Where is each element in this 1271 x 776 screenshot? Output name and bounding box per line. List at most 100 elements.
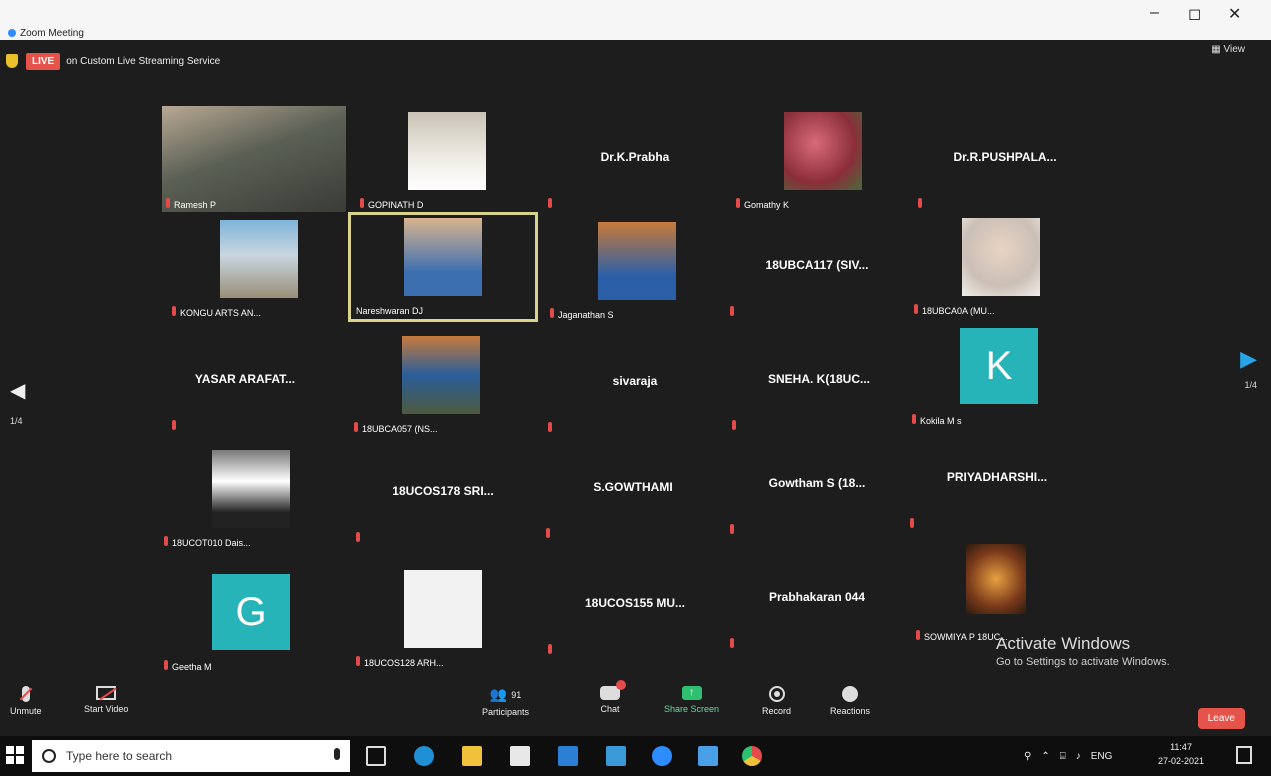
- avatar: K: [960, 328, 1038, 404]
- muted-mic-icon: [172, 306, 176, 316]
- windows-start-icon[interactable]: [6, 746, 24, 764]
- participant-tile[interactable]: Gomathy K: [728, 106, 918, 216]
- edge-icon[interactable]: [414, 746, 434, 766]
- minimize-button[interactable]: –: [1150, 4, 1159, 22]
- participants-button[interactable]: 👥 91 Participants: [482, 686, 529, 717]
- chrome-icon[interactable]: [742, 746, 762, 766]
- participant-photo: [598, 222, 676, 300]
- zoom-app-icon[interactable]: [652, 746, 672, 766]
- notifications-icon[interactable]: [1236, 746, 1252, 764]
- participant-photo: [212, 450, 290, 528]
- record-button[interactable]: Record: [762, 686, 791, 716]
- participant-tile[interactable]: 18UCOS178 SRI...: [348, 440, 538, 550]
- voice-search-icon[interactable]: [334, 748, 340, 760]
- start-video-label: Start Video: [84, 704, 129, 714]
- participant-tile[interactable]: KONGU ARTS AN...: [164, 214, 354, 324]
- participants-icon-group: 👥 91: [490, 686, 521, 703]
- participant-tile[interactable]: GOPINATH D: [352, 106, 542, 216]
- participant-tile[interactable]: Jaganathan S: [542, 216, 732, 326]
- participant-tile[interactable]: Dr.R.PUSHPALA...: [910, 106, 1100, 216]
- participant-name: Kokila M s: [920, 416, 962, 426]
- participant-name: GOPINATH D: [368, 200, 424, 210]
- language-indicator[interactable]: ENG: [1091, 751, 1113, 762]
- muted-mic-icon: [732, 420, 736, 430]
- reactions-button[interactable]: Reactions: [830, 686, 870, 716]
- participant-name: 18UCOS178 SRI...: [392, 484, 494, 498]
- search-icon: [42, 749, 56, 763]
- live-badge[interactable]: LIVE: [26, 52, 61, 70]
- close-button[interactable]: ✕: [1228, 4, 1241, 24]
- photos-icon[interactable]: [698, 746, 718, 766]
- participant-photo: [962, 218, 1040, 296]
- app-icon[interactable]: [606, 746, 626, 766]
- view-button[interactable]: ▦ View: [1211, 44, 1245, 55]
- network-icon[interactable]: ⌸: [1060, 751, 1066, 762]
- participant-photo: [220, 220, 298, 298]
- prev-page-button[interactable]: ◀: [10, 378, 25, 403]
- clock-date: 27-02-2021: [1158, 756, 1205, 766]
- taskbar-search[interactable]: Type here to search: [32, 740, 350, 772]
- store-icon[interactable]: [510, 746, 530, 766]
- participant-name: SNEHA. K(18UC...: [767, 372, 871, 386]
- participant-name: YASAR ARAFAT...: [194, 372, 296, 386]
- participant-tile[interactable]: YASAR ARAFAT...: [150, 328, 340, 438]
- participant-tile[interactable]: S.GOWTHAMI: [538, 436, 728, 546]
- participant-tile-active[interactable]: Nareshwaran DJ: [348, 212, 538, 322]
- participant-tile[interactable]: 18UBCA057 (NS...: [346, 330, 536, 440]
- unmute-button[interactable]: Unmute: [10, 686, 42, 716]
- participant-tile[interactable]: G Geetha M: [156, 568, 346, 678]
- participant-tile[interactable]: Ramesh P: [158, 106, 348, 216]
- clock[interactable]: 11:47 27-02-2021: [1158, 740, 1204, 768]
- participant-tile[interactable]: Prabhakaran 044: [722, 546, 912, 656]
- person-icon[interactable]: ⚲: [1024, 751, 1031, 762]
- task-view-icon[interactable]: [366, 746, 386, 766]
- muted-mic-icon: [914, 304, 918, 314]
- leave-button[interactable]: Leave: [1197, 708, 1245, 729]
- next-page-button[interactable]: ▶: [1240, 346, 1257, 372]
- participant-name: Geetha M: [172, 662, 212, 672]
- participant-tile[interactable]: SOWMIYA P 18UC...: [908, 538, 1098, 648]
- participant-tile[interactable]: PRIYADHARSHI...: [902, 426, 1092, 536]
- record-icon: [768, 686, 785, 702]
- share-screen-icon: ↑: [681, 686, 702, 700]
- meeting-area: LIVE on Custom Live Streaming Service ▦ …: [0, 40, 1271, 736]
- start-video-button[interactable]: Start Video: [84, 686, 128, 714]
- muted-mic-icon: [548, 422, 552, 432]
- maximize-button[interactable]: ◻: [1188, 4, 1201, 24]
- participants-icon: 👥: [489, 686, 508, 702]
- participant-tile[interactable]: Gowtham S (18...: [722, 432, 912, 542]
- muted-mic-icon: [166, 198, 170, 208]
- chat-button[interactable]: Chat: [600, 680, 626, 714]
- participant-tile[interactable]: SNEHA. K(18UC...: [724, 328, 914, 438]
- participant-tile[interactable]: 18UBCA117 (SIV...: [722, 214, 912, 324]
- chevron-up-icon[interactable]: ⌃: [1041, 751, 1049, 762]
- participant-tile[interactable]: Dr.K.Prabha: [540, 106, 730, 216]
- participant-tile[interactable]: K Kokila M s: [904, 322, 1094, 432]
- participant-tile[interactable]: 18UCOT010 Dais...: [156, 444, 346, 554]
- participant-tile[interactable]: 18UBCA0A (MU...: [906, 212, 1096, 322]
- muted-mic-icon: [730, 638, 734, 648]
- share-screen-label: Share Screen: [664, 704, 720, 714]
- volume-icon[interactable]: ♪: [1076, 751, 1081, 762]
- security-shield-icon[interactable]: [6, 54, 18, 68]
- participant-name: Gowtham S (18...: [768, 476, 866, 490]
- stream-label[interactable]: on Custom Live Streaming Service: [66, 56, 220, 67]
- participant-name: 18UBCA0A (MU...: [922, 306, 995, 316]
- muted-mic-icon: [730, 306, 734, 316]
- participant-name: PRIYADHARSHI...: [946, 470, 1048, 484]
- page-indicator-right: 1/4: [1244, 380, 1257, 390]
- chat-icon: [600, 680, 626, 700]
- participant-name: Gomathy K: [744, 200, 790, 210]
- meeting-toolbar: Unmute Start Video 👥 91 Participants Cha…: [0, 680, 1271, 736]
- mail-icon[interactable]: [558, 746, 578, 766]
- muted-mic-icon: [360, 198, 364, 208]
- muted-mic-icon: [910, 518, 914, 528]
- page-indicator-left: 1/4: [10, 416, 23, 426]
- search-placeholder: Type here to search: [66, 749, 173, 763]
- participant-tile[interactable]: 18UCOS155 MU...: [540, 552, 730, 662]
- avatar: G: [212, 574, 290, 650]
- file-explorer-icon[interactable]: [462, 746, 482, 766]
- participant-tile[interactable]: sivaraja: [540, 330, 730, 440]
- participant-tile[interactable]: 18UCOS128 ARH...: [348, 564, 538, 674]
- share-screen-button[interactable]: ↑ Share Screen: [664, 686, 719, 714]
